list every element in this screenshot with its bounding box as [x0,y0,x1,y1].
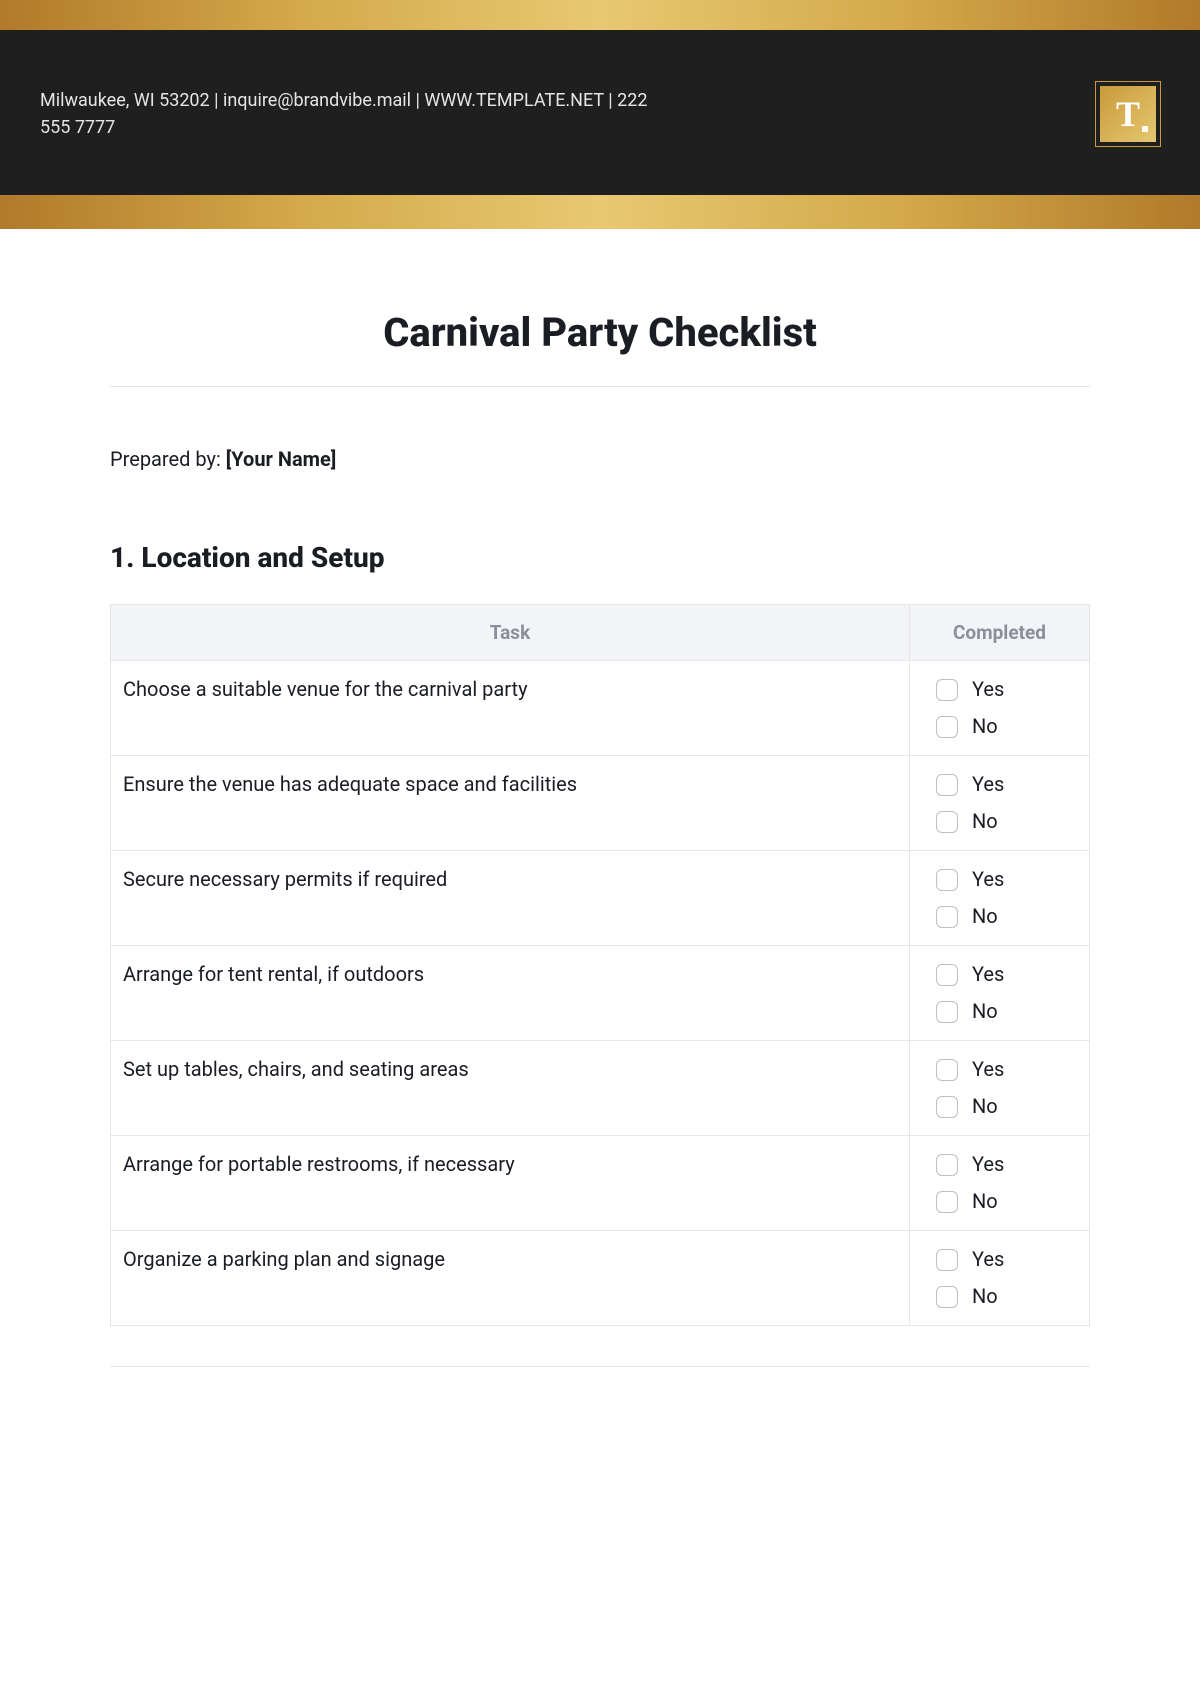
checkbox-icon[interactable] [936,1286,958,1308]
table-header-row: Task Completed [111,605,1090,661]
checkbox-option-no[interactable]: No [936,807,1077,836]
checkbox-label: No [972,1092,998,1121]
completed-cell: Yes No [910,1231,1090,1326]
task-cell: Set up tables, chairs, and seating areas [111,1041,910,1136]
contact-info: Milwaukee, WI 53202 | inquire@brandvibe.… [40,87,680,141]
checkbox-option-no[interactable]: No [936,1187,1077,1216]
checkbox-label: No [972,997,998,1026]
table-row: Arrange for tent rental, if outdoors Yes N… [111,946,1090,1041]
checkbox-icon[interactable] [936,1154,958,1176]
checkbox-icon[interactable] [936,1191,958,1213]
checkbox-label: Yes [972,1055,1004,1084]
task-cell: Choose a suitable venue for the carnival… [111,661,910,756]
page-title: Carnival Party Checklist [110,309,1090,356]
completed-cell: Yes No [910,1041,1090,1136]
table-row: Organize a parking plan and signage Yes No [111,1231,1090,1326]
table-row: Set up tables, chairs, and seating areas… [111,1041,1090,1136]
checkbox-label: Yes [972,675,1004,704]
task-cell: Arrange for portable restrooms, if neces… [111,1136,910,1231]
checkbox-option-no[interactable]: No [936,997,1077,1026]
checkbox-icon[interactable] [936,906,958,928]
checkbox-icon[interactable] [936,1001,958,1023]
checkbox-label: Yes [972,960,1004,989]
table-row: Ensure the venue has adequate space and … [111,756,1090,851]
checkbox-icon[interactable] [936,1059,958,1081]
checkbox-label: Yes [972,770,1004,799]
document-body: Carnival Party Checklist Prepared by: [Y… [0,309,1200,1367]
checkbox-icon[interactable] [936,869,958,891]
title-divider [110,386,1090,387]
checkbox-option-yes[interactable]: Yes [936,865,1077,894]
task-cell: Organize a parking plan and signage [111,1231,910,1326]
banner-gold-bottom [0,195,1200,229]
checklist-table: Task Completed Choose a suitable venue f… [110,604,1090,1326]
table-row: Arrange for portable restrooms, if neces… [111,1136,1090,1231]
brand-logo: T [1096,82,1160,146]
checkbox-label: No [972,712,998,741]
checkbox-label: Yes [972,1150,1004,1179]
prepared-by-value: [Your Name] [226,447,337,471]
table-row: Choose a suitable venue for the carnival… [111,661,1090,756]
checkbox-label: No [972,1282,998,1311]
checkbox-option-no[interactable]: No [936,1282,1077,1311]
checkbox-option-yes[interactable]: Yes [936,1245,1077,1274]
column-header-task: Task [111,605,910,661]
header-bar: Milwaukee, WI 53202 | inquire@brandvibe.… [0,30,1200,195]
section-heading: 1. Location and Setup [110,541,1090,574]
checkbox-label: No [972,902,998,931]
checkbox-icon[interactable] [936,1096,958,1118]
completed-cell: Yes No [910,1136,1090,1231]
prepared-by-line: Prepared by: [Your Name] [110,447,1090,471]
checkbox-icon[interactable] [936,679,958,701]
checkbox-label: No [972,807,998,836]
task-cell: Secure necessary permits if required [111,851,910,946]
column-header-completed: Completed [910,605,1090,661]
table-row: Secure necessary permits if required Yes N… [111,851,1090,946]
checkbox-icon[interactable] [936,716,958,738]
checkbox-option-no[interactable]: No [936,902,1077,931]
prepared-by-label: Prepared by: [110,447,226,471]
checkbox-label: Yes [972,865,1004,894]
completed-cell: Yes No [910,851,1090,946]
checkbox-label: Yes [972,1245,1004,1274]
checkbox-option-yes[interactable]: Yes [936,960,1077,989]
checkbox-option-no[interactable]: No [936,1092,1077,1121]
checkbox-icon[interactable] [936,964,958,986]
task-cell: Ensure the venue has adequate space and … [111,756,910,851]
checkbox-option-no[interactable]: No [936,712,1077,741]
completed-cell: Yes No [910,756,1090,851]
completed-cell: Yes No [910,661,1090,756]
checkbox-icon[interactable] [936,811,958,833]
checkbox-option-yes[interactable]: Yes [936,1150,1077,1179]
checkbox-option-yes[interactable]: Yes [936,1055,1077,1084]
section-divider [110,1366,1090,1367]
task-cell: Arrange for tent rental, if outdoors [111,946,910,1041]
checkbox-label: No [972,1187,998,1216]
completed-cell: Yes No [910,946,1090,1041]
checkbox-icon[interactable] [936,774,958,796]
checkbox-option-yes[interactable]: Yes [936,675,1077,704]
logo-letter: T [1116,93,1140,135]
banner-gold-top [0,0,1200,30]
checkbox-icon[interactable] [936,1249,958,1271]
checkbox-option-yes[interactable]: Yes [936,770,1077,799]
